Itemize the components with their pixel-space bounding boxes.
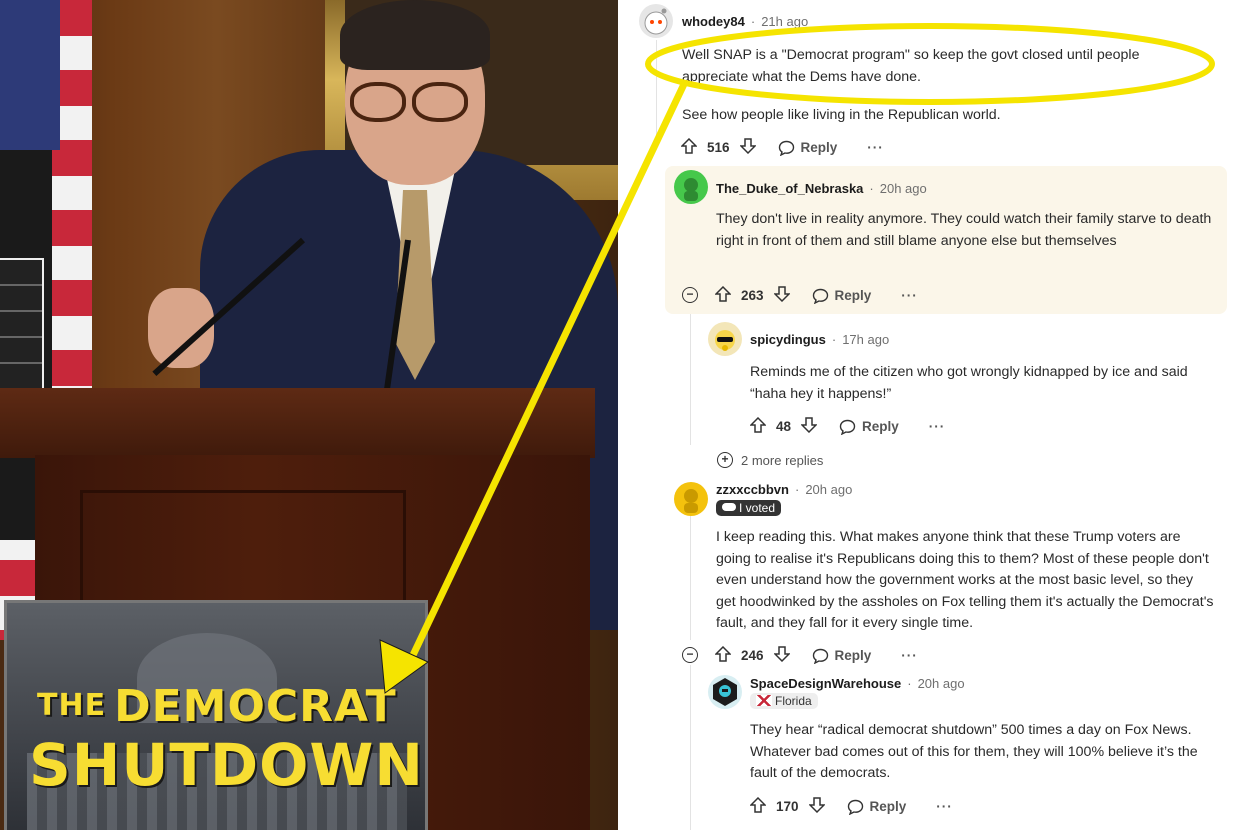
flair-label: I voted [739,501,776,515]
timestamp[interactable]: 17h ago [842,332,889,347]
comment-body: I keep reading this. What makes anyone t… [716,529,1214,631]
comment-body: Well SNAP is a "Democrat program" so kee… [682,47,1140,85]
avatar-spicydingus[interactable] [708,322,742,356]
user-flair: I voted [716,500,782,516]
user-flair: Florida [750,693,818,709]
timestamp[interactable]: 20h ago [805,482,852,497]
sign-the: THE [37,688,107,723]
reply-bubble-icon [839,419,856,435]
more-options-button[interactable]: ··· [936,799,953,814]
username[interactable]: zzxxccbbvn [716,482,789,497]
comment-header: whodey84 · 21h ago [682,14,808,29]
comment-header: zzxxccbbvn · 20h ago [716,482,852,497]
comment-header: The_Duke_of_Nebraska · 20h ago [716,181,927,196]
reply-label: Reply [834,648,872,663]
comment-body: Reminds me of the citizen who got wrongl… [750,364,1188,402]
comment-actions: 246 Reply ··· [714,645,918,665]
upvote-icon[interactable] [749,796,767,816]
comment-actions: 263 Reply ··· [714,285,918,305]
upvote-icon[interactable] [714,285,732,305]
comment-body-line-2: See how people like living in the Republ… [682,107,1001,123]
avatar-zzxxccbbvn[interactable] [674,482,708,516]
downvote-icon[interactable] [738,138,757,157]
thread-line [656,40,657,140]
thread-line [690,665,691,830]
reply-bubble-icon [847,799,863,815]
reply-label: Reply [800,140,838,155]
reply-bubble-icon [812,648,828,664]
separator-dot: · [907,676,912,691]
reply-bubble-icon [778,140,794,156]
comment-actions: 48 Reply ··· [749,416,946,436]
downvote-icon[interactable] [772,286,791,305]
separator-dot: · [831,332,837,347]
separator-dot: · [869,181,874,196]
separator-dot: · [750,14,756,29]
shutdown-sign: THE DEMOCRAT SHUTDOWN [4,600,428,830]
sign-line-2: SHUTDOWN [29,731,424,799]
username[interactable]: spicydingus [750,332,826,347]
more-options-button[interactable]: ··· [867,140,884,155]
thread-line [690,515,691,640]
timestamp[interactable]: 21h ago [761,14,808,29]
reply-button[interactable]: Reply [778,140,838,156]
username[interactable]: SpaceDesignWarehouse [750,676,901,691]
avatar-whodey84[interactable] [639,4,673,38]
flag-canton [0,0,60,150]
news-photo: THE DEMOCRAT SHUTDOWN [0,0,618,830]
avatar-spacedesignwarehouse[interactable] [708,675,742,709]
more-replies-link[interactable]: + 2 more replies [717,452,823,468]
more-replies-label: 2 more replies [741,452,824,468]
collapse-icon[interactable]: − [682,287,698,303]
poster-grid [0,258,44,392]
reply-button[interactable]: Reply [847,799,907,815]
comment-actions: 516 Reply ··· [680,137,884,157]
timestamp[interactable]: 20h ago [918,676,965,691]
sign-democrat: DEMOCRAT [114,681,397,732]
vote-count: 516 [707,140,730,155]
upvote-icon[interactable] [680,137,698,157]
reply-bubble-icon [812,288,828,304]
expand-icon[interactable]: + [717,452,733,468]
vote-count: 48 [776,419,792,434]
reply-button[interactable]: Reply [812,648,872,664]
downvote-icon[interactable] [807,797,826,816]
comment-actions: 170 Reply ··· [749,796,953,816]
comment-header: SpaceDesignWarehouse · 20h ago [750,676,965,691]
reply-button[interactable]: Reply [812,288,872,304]
collapse-icon[interactable]: − [682,647,698,663]
vote-count: 263 [741,288,764,303]
timestamp[interactable]: 20h ago [880,181,927,196]
thread-line [690,305,691,445]
username[interactable]: The_Duke_of_Nebraska [716,181,863,196]
username[interactable]: whodey84 [682,14,745,29]
comment-header: spicydingus · 17h ago [750,332,889,347]
podium-panel [80,490,406,606]
flair-label: Florida [775,694,812,708]
upvote-icon[interactable] [714,645,732,665]
reply-label: Reply [834,288,872,303]
upvote-icon[interactable] [749,416,767,436]
reply-label: Reply [862,419,899,434]
more-options-button[interactable]: ··· [929,419,946,434]
florida-flag-icon [756,695,772,706]
vote-count: 170 [776,799,799,814]
more-options-button[interactable]: ··· [901,288,918,303]
comment-thread: whodey84 · 21h ago Well SNAP is a "Democ… [619,0,1250,830]
reply-button[interactable]: Reply [839,419,899,435]
speaker-hair [340,0,490,70]
vote-count: 246 [741,648,764,663]
i-voted-sticker-icon [722,503,736,511]
comment-body: They hear “radical democrat shutdown” 50… [750,722,1198,781]
reply-label: Reply [869,799,907,814]
podium-top [0,388,595,458]
more-options-button[interactable]: ··· [901,648,918,663]
separator-dot: · [794,482,800,497]
speaker-glasses [350,82,472,122]
avatar-the-duke-of-nebraska[interactable] [674,170,708,204]
downvote-icon[interactable] [800,417,818,436]
comment-body: They don't live in reality anymore. They… [716,211,1212,249]
downvote-icon[interactable] [772,646,791,665]
sign-line-1: THE DEMOCRAT [37,681,397,732]
